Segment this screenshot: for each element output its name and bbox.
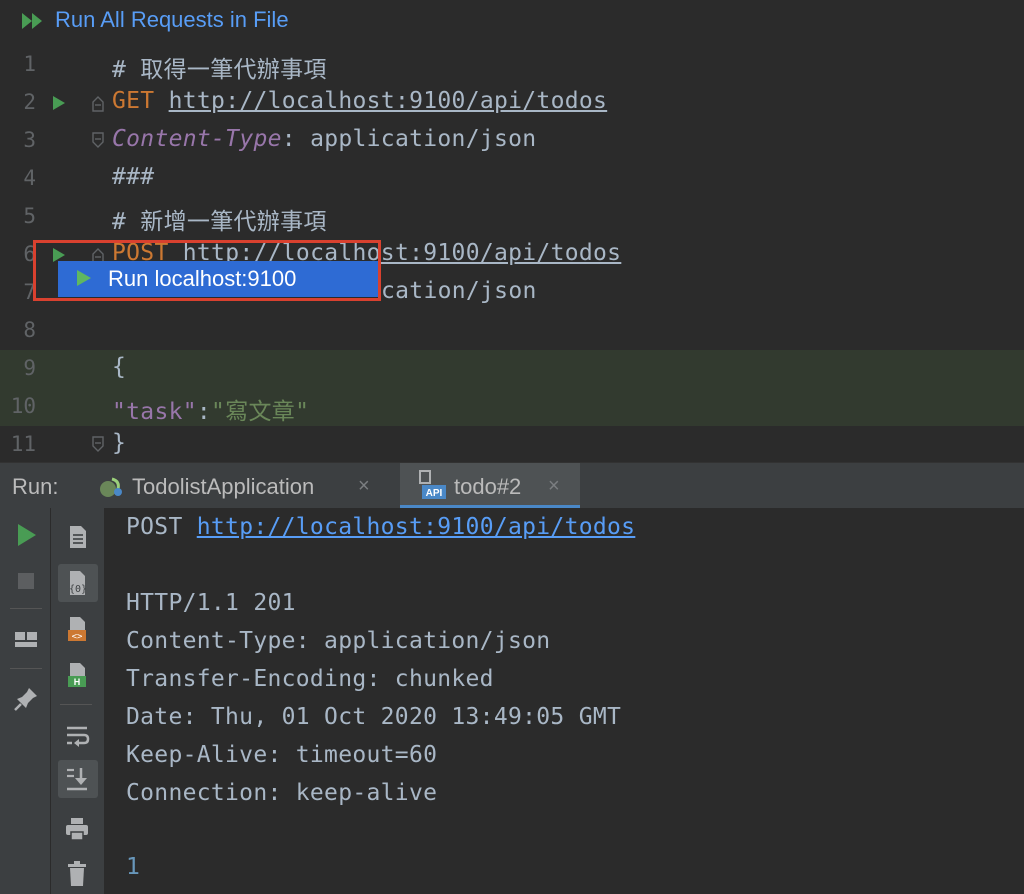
scroll-to-end-icon[interactable] bbox=[62, 764, 92, 794]
console-header-line: Transfer-Encoding: chunked bbox=[126, 666, 494, 692]
request-document-icon[interactable] bbox=[62, 522, 92, 552]
soft-wrap-icon[interactable] bbox=[62, 720, 92, 750]
tab-todo-2[interactable]: API todo#2 × bbox=[400, 463, 580, 509]
gutter-run-icon[interactable] bbox=[52, 95, 66, 111]
editor-line: 5 # 新增一筆代辦事項 bbox=[0, 198, 1024, 236]
console-request-url[interactable]: http://localhost:9100/api/todos bbox=[197, 514, 636, 540]
header-name: Content-Type bbox=[112, 126, 282, 152]
comment: # 取得一筆代辦事項 bbox=[112, 57, 327, 83]
comment: # 新增一筆代辦事項 bbox=[112, 209, 327, 235]
trash-icon[interactable] bbox=[62, 858, 92, 888]
line-number: 11 bbox=[10, 432, 36, 456]
close-icon[interactable]: × bbox=[548, 475, 560, 498]
pin-icon[interactable] bbox=[11, 684, 41, 714]
editor-line: 2 GET http://localhost:9100/api/todos bbox=[0, 84, 1024, 122]
editor-line: 9 { bbox=[0, 350, 1024, 388]
http-method: GET bbox=[112, 88, 155, 114]
line-number: 8 bbox=[23, 318, 36, 342]
line-number: 1 bbox=[23, 52, 36, 76]
tab-label: todo#2 bbox=[454, 474, 522, 499]
editor-line: 1 # 取得一筆代辦事項 bbox=[0, 46, 1024, 84]
api-icon: API bbox=[419, 470, 446, 499]
run-all-requests-link[interactable]: Run All Requests in File bbox=[55, 7, 289, 33]
fold-icon[interactable] bbox=[92, 436, 104, 454]
run-panel-header: Run: TodolistApplication × API todo#2 × bbox=[0, 462, 1024, 509]
tab-label: TodolistApplication bbox=[132, 474, 315, 499]
xml-view-icon[interactable]: <> bbox=[62, 614, 92, 644]
line-number: 7 bbox=[23, 280, 36, 304]
run-all-icon[interactable] bbox=[20, 10, 48, 32]
editor-toolbar: Run All Requests in File bbox=[0, 0, 1024, 42]
editor-line: 8 bbox=[0, 312, 1024, 350]
tab-todolist-application[interactable]: TodolistApplication × bbox=[92, 463, 382, 509]
line-number: 10 bbox=[10, 394, 36, 418]
console-header-line: Keep-Alive: timeout=60 bbox=[126, 742, 438, 768]
editor-line: 11 } bbox=[0, 426, 1024, 464]
json-colon: : bbox=[196, 399, 212, 425]
run-console-output[interactable]: POST http://localhost:9100/api/todos HTT… bbox=[104, 508, 1024, 894]
console-header-line: Date: Thu, 01 Oct 2020 13:49:05 GMT bbox=[126, 704, 622, 730]
request-separator: ### bbox=[112, 164, 155, 190]
editor-line: 3 Content-Type: application/json bbox=[0, 122, 1024, 160]
stop-icon[interactable] bbox=[11, 566, 41, 596]
editor-line: 4 ### bbox=[0, 160, 1024, 198]
run-panel-toolbar: {0} <> H bbox=[0, 508, 104, 894]
highlight-box bbox=[33, 240, 381, 301]
run-panel-title: Run: bbox=[12, 474, 59, 499]
header-value: cation/json bbox=[381, 278, 537, 304]
json-brace: } bbox=[112, 430, 127, 456]
console-request-method: POST bbox=[126, 514, 197, 540]
line-number: 4 bbox=[23, 166, 36, 190]
json-value: "寫文章" bbox=[211, 399, 310, 425]
console-status-line: HTTP/1.1 201 bbox=[126, 590, 296, 616]
layout-icon[interactable] bbox=[11, 624, 41, 654]
print-icon[interactable] bbox=[62, 814, 92, 844]
console-header-line: Content-Type: application/json bbox=[126, 628, 551, 654]
editor-line: 10 "task":"寫文章" bbox=[0, 388, 1024, 426]
svg-text:H: H bbox=[74, 677, 81, 687]
console-header-line: Connection: keep-alive bbox=[126, 780, 438, 806]
console-response-body: 1 bbox=[126, 854, 141, 880]
toolbar-divider bbox=[50, 508, 51, 894]
close-icon[interactable]: × bbox=[358, 475, 370, 498]
line-number: 2 bbox=[23, 90, 36, 114]
console-request-line: POST http://localhost:9100/api/todos bbox=[126, 514, 635, 540]
toolbar-separator bbox=[10, 668, 42, 669]
spring-app-icon bbox=[100, 477, 122, 497]
toolbar-separator bbox=[60, 704, 92, 705]
svg-text:{0}: {0} bbox=[69, 584, 87, 595]
json-key: "task" bbox=[112, 399, 197, 425]
line-number: 3 bbox=[23, 128, 36, 152]
header-value: : application/json bbox=[281, 126, 537, 152]
line-number: 5 bbox=[23, 204, 36, 228]
rerun-icon[interactable] bbox=[11, 520, 41, 550]
toolbar-separator bbox=[10, 608, 42, 609]
fold-icon[interactable] bbox=[92, 94, 104, 112]
json-brace: { bbox=[112, 354, 127, 380]
line-number: 9 bbox=[23, 356, 36, 380]
line-number: 6 bbox=[23, 242, 36, 266]
html-view-icon[interactable]: H bbox=[62, 660, 92, 690]
json-view-icon[interactable]: {0} bbox=[62, 568, 92, 598]
svg-text:API: API bbox=[426, 488, 443, 499]
request-url[interactable]: http://localhost:9100/api/todos bbox=[169, 88, 608, 114]
fold-icon[interactable] bbox=[92, 132, 104, 150]
svg-text:<>: <> bbox=[72, 632, 83, 642]
